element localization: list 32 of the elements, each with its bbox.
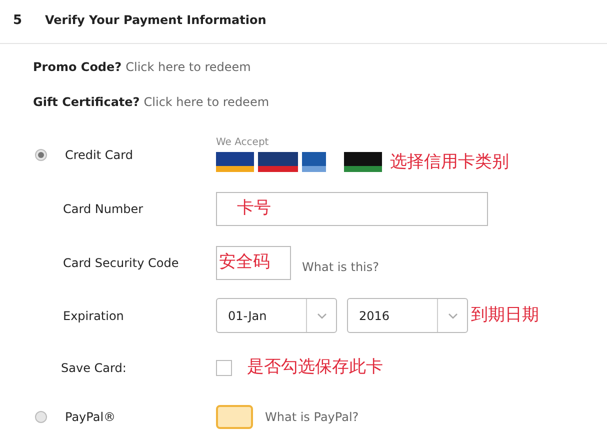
card-logo-icon [344, 152, 382, 172]
chevron-down-icon [448, 312, 458, 318]
field-label: Card Number [63, 202, 144, 216]
paypal-icon [216, 405, 253, 429]
method-label: Credit Card [65, 146, 133, 164]
dropdown[interactable]: 01-Jan [216, 298, 337, 333]
step-number: 5 [13, 12, 24, 30]
radio-button[interactable] [35, 148, 47, 161]
field-label: Card Security Code [63, 256, 179, 270]
annotation-text: 是否勾选保存此卡 [247, 356, 383, 380]
paypal-help-link[interactable]: What is PayPal? [265, 408, 359, 426]
card-logo-icon [216, 152, 254, 172]
field-label: Expiration [63, 308, 124, 322]
redeem-link[interactable]: Click here to redeem [126, 58, 251, 76]
chevron-down-icon [316, 312, 326, 318]
security-code-field[interactable]: 安全码 [216, 246, 291, 280]
gift-label: Gift Certificate? [33, 94, 140, 110]
card-logo-icon [302, 152, 326, 172]
field-label: Save Card: [61, 361, 126, 375]
help-link[interactable]: What is this? [302, 258, 380, 276]
annotation-text: 选择信用卡类别 [390, 150, 509, 174]
accept-label: We Accept [216, 136, 270, 150]
radio-button[interactable] [35, 411, 47, 423]
method-label: PayPal® [65, 409, 116, 426]
card-logo-icon [258, 152, 298, 172]
promo-label: Promo Code? [33, 58, 122, 76]
checkbox[interactable] [216, 360, 232, 376]
dropdown[interactable]: 2016 [347, 298, 468, 333]
card-number-field[interactable]: 卡号 [216, 192, 488, 226]
redeem-link[interactable]: Click here to redeem [144, 92, 270, 110]
annotation-text: 到期日期 [471, 304, 539, 327]
section-title: Verify Your Payment Information [45, 13, 266, 27]
